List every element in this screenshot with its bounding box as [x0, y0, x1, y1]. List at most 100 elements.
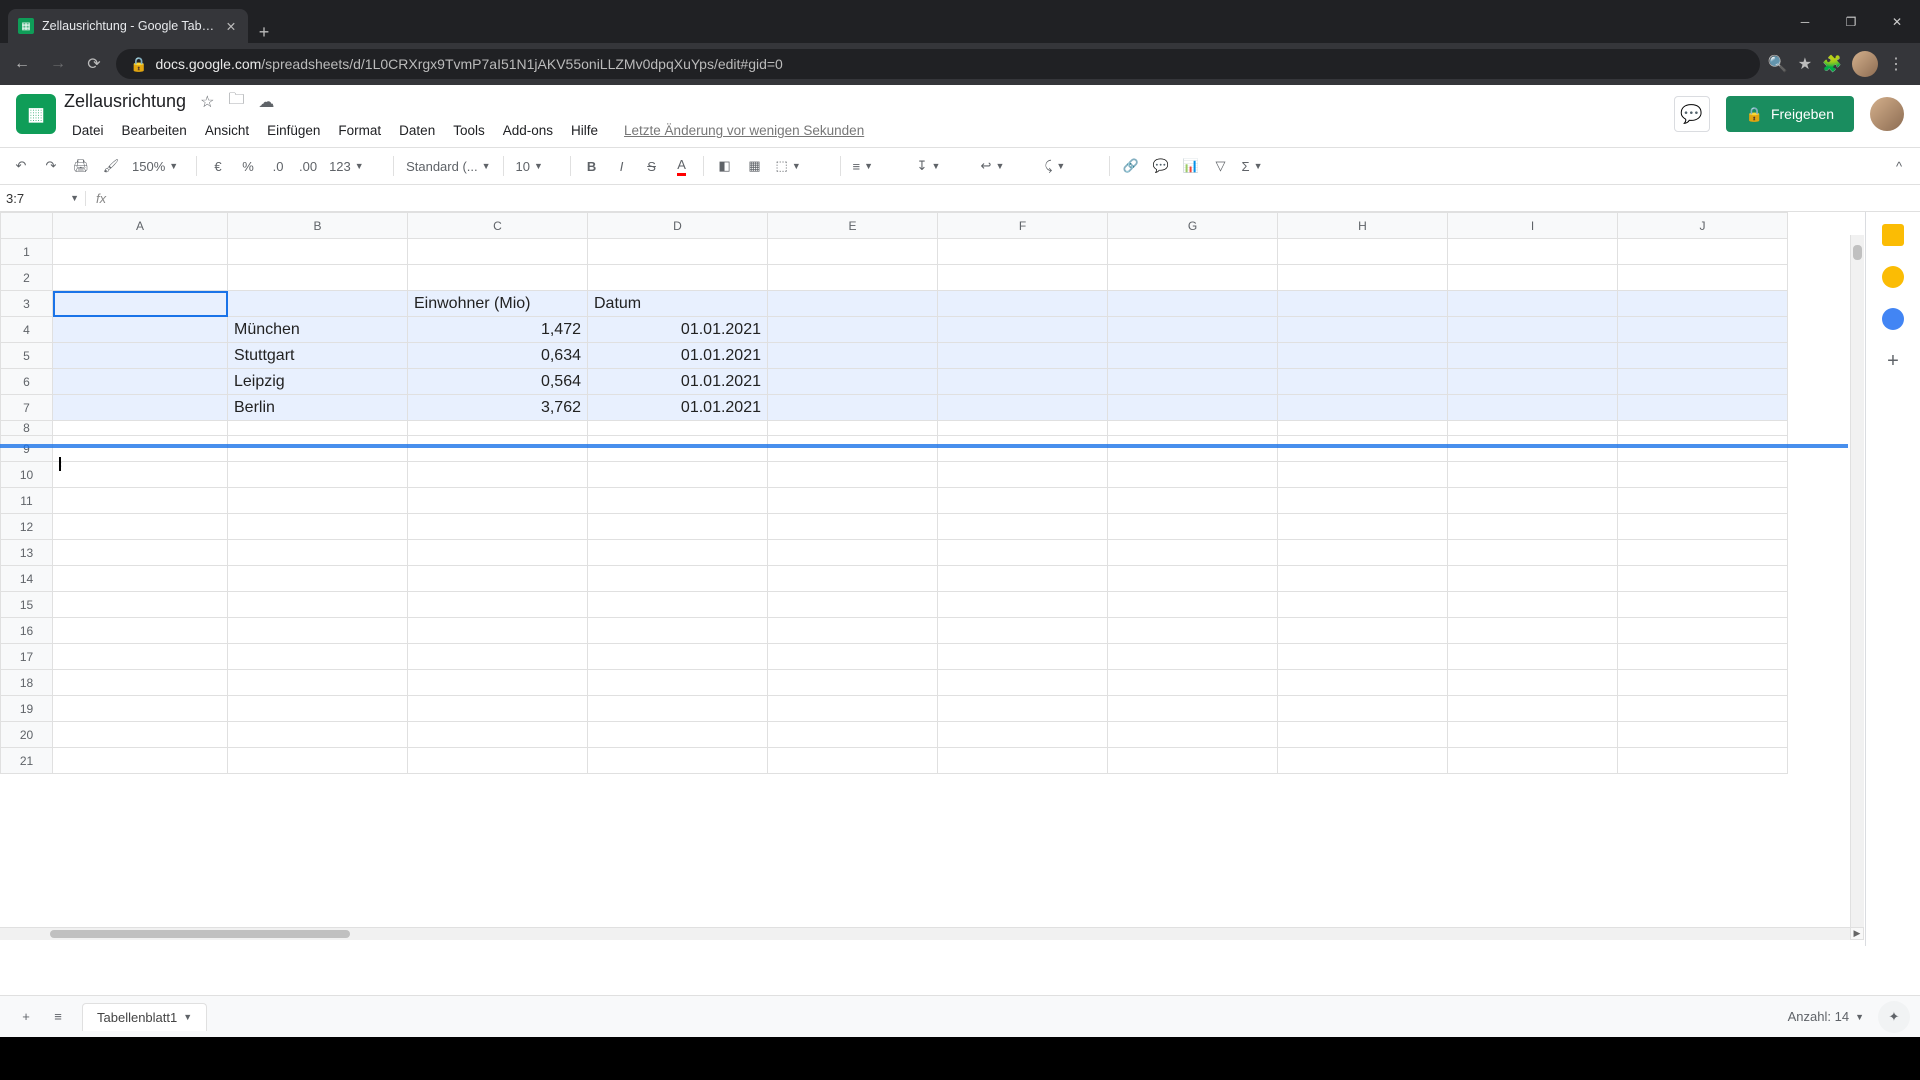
row-header-12[interactable]: 12: [1, 514, 53, 540]
merge-select[interactable]: ⬚▼: [772, 158, 832, 174]
cell-E21[interactable]: [768, 748, 938, 774]
cell-D20[interactable]: [588, 722, 768, 748]
tasks-icon[interactable]: [1882, 308, 1904, 330]
cell-H7[interactable]: [1278, 395, 1448, 421]
add-addon-icon[interactable]: +: [1882, 350, 1904, 372]
sheet-menu-icon[interactable]: ▼: [183, 1012, 192, 1022]
cell-D12[interactable]: [588, 514, 768, 540]
cell-J11[interactable]: [1618, 488, 1788, 514]
cell-F16[interactable]: [938, 618, 1108, 644]
v-align-select[interactable]: ↧▼: [913, 158, 973, 174]
vertical-scrollbar[interactable]: [1850, 235, 1864, 938]
cell-G8[interactable]: [1108, 421, 1278, 436]
row-header-6[interactable]: 6: [1, 369, 53, 395]
window-minimize-button[interactable]: ─: [1782, 0, 1828, 43]
cell-I15[interactable]: [1448, 592, 1618, 618]
explore-button[interactable]: ✦: [1878, 1001, 1910, 1033]
cell-E14[interactable]: [768, 566, 938, 592]
functions-select[interactable]: Σ▼: [1238, 159, 1298, 174]
cloud-saved-icon[interactable]: ☁: [258, 92, 274, 112]
col-header-B[interactable]: B: [228, 213, 408, 239]
share-button[interactable]: 🔒 Freigeben: [1726, 96, 1854, 132]
cell-D3[interactable]: Datum: [588, 291, 768, 317]
borders-button[interactable]: ▦: [742, 153, 768, 179]
cell-J12[interactable]: [1618, 514, 1788, 540]
cell-B21[interactable]: [228, 748, 408, 774]
cell-C12[interactable]: [408, 514, 588, 540]
cell-E8[interactable]: [768, 421, 938, 436]
cell-H17[interactable]: [1278, 644, 1448, 670]
cell-I16[interactable]: [1448, 618, 1618, 644]
h-align-select[interactable]: ≡▼: [849, 159, 909, 174]
cell-H9[interactable]: [1278, 436, 1448, 462]
cell-A4[interactable]: [53, 317, 228, 343]
cell-I18[interactable]: [1448, 670, 1618, 696]
cell-A14[interactable]: [53, 566, 228, 592]
scroll-right-button[interactable]: ▶: [1850, 927, 1864, 940]
cell-H13[interactable]: [1278, 540, 1448, 566]
cell-H14[interactable]: [1278, 566, 1448, 592]
insert-link-button[interactable]: 🔗: [1118, 153, 1144, 179]
cell-B20[interactable]: [228, 722, 408, 748]
undo-button[interactable]: ↶: [8, 153, 34, 179]
row-header-21[interactable]: 21: [1, 748, 53, 774]
cell-J17[interactable]: [1618, 644, 1788, 670]
cell-F20[interactable]: [938, 722, 1108, 748]
doc-title[interactable]: Zellausrichtung: [64, 91, 186, 112]
cell-B14[interactable]: [228, 566, 408, 592]
cell-D18[interactable]: [588, 670, 768, 696]
cell-E9[interactable]: [768, 436, 938, 462]
cell-C5[interactable]: 0,634: [408, 343, 588, 369]
cell-F11[interactable]: [938, 488, 1108, 514]
cell-B16[interactable]: [228, 618, 408, 644]
menu-datei[interactable]: Datei: [64, 121, 112, 140]
cell-E5[interactable]: [768, 343, 938, 369]
rotate-select[interactable]: ⤹▼: [1041, 158, 1101, 174]
menu-ansicht[interactable]: Ansicht: [197, 121, 257, 140]
cell-I5[interactable]: [1448, 343, 1618, 369]
cell-F9[interactable]: [938, 436, 1108, 462]
cell-A10[interactable]: [53, 462, 228, 488]
cell-G1[interactable]: [1108, 239, 1278, 265]
cell-I17[interactable]: [1448, 644, 1618, 670]
format-percent-button[interactable]: %: [235, 153, 261, 179]
cell-F15[interactable]: [938, 592, 1108, 618]
cell-G5[interactable]: [1108, 343, 1278, 369]
row-header-7[interactable]: 7: [1, 395, 53, 421]
zoom-icon[interactable]: 🔍: [1768, 54, 1788, 74]
name-box[interactable]: 3:7▼: [6, 191, 86, 206]
cell-A13[interactable]: [53, 540, 228, 566]
cell-F12[interactable]: [938, 514, 1108, 540]
cell-D9[interactable]: [588, 436, 768, 462]
cell-J15[interactable]: [1618, 592, 1788, 618]
cell-E7[interactable]: [768, 395, 938, 421]
cell-J3[interactable]: [1618, 291, 1788, 317]
cell-I4[interactable]: [1448, 317, 1618, 343]
cell-E16[interactable]: [768, 618, 938, 644]
cell-J13[interactable]: [1618, 540, 1788, 566]
cell-C16[interactable]: [408, 618, 588, 644]
row-header-20[interactable]: 20: [1, 722, 53, 748]
cell-C7[interactable]: 3,762: [408, 395, 588, 421]
cell-C13[interactable]: [408, 540, 588, 566]
cell-H18[interactable]: [1278, 670, 1448, 696]
selection-count[interactable]: Anzahl: 14▼: [1788, 1009, 1864, 1024]
zoom-select[interactable]: 150%▼: [128, 159, 188, 174]
text-color-button[interactable]: A: [669, 153, 695, 179]
row-header-11[interactable]: 11: [1, 488, 53, 514]
cell-C4[interactable]: 1,472: [408, 317, 588, 343]
menu-tools[interactable]: Tools: [445, 121, 493, 140]
cell-A6[interactable]: [53, 369, 228, 395]
row-header-1[interactable]: 1: [1, 239, 53, 265]
row-header-18[interactable]: 18: [1, 670, 53, 696]
decrease-decimal-button[interactable]: .0: [265, 153, 291, 179]
cell-F5[interactable]: [938, 343, 1108, 369]
cell-F19[interactable]: [938, 696, 1108, 722]
cell-G14[interactable]: [1108, 566, 1278, 592]
cell-C10[interactable]: [408, 462, 588, 488]
cell-F18[interactable]: [938, 670, 1108, 696]
cell-D8[interactable]: [588, 421, 768, 436]
cell-H12[interactable]: [1278, 514, 1448, 540]
more-formats-select[interactable]: 123▼: [325, 159, 385, 174]
sheets-logo-icon[interactable]: ▦: [16, 94, 56, 134]
